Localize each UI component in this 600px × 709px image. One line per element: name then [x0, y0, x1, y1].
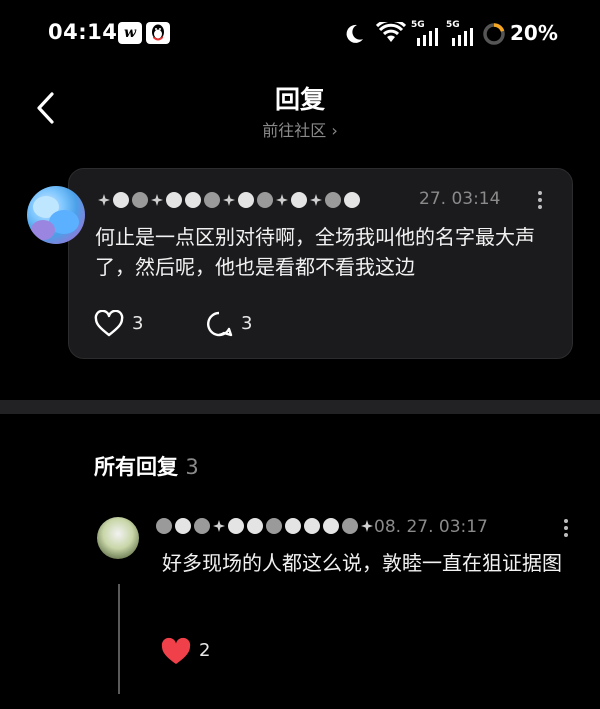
post-more-button[interactable]	[535, 188, 545, 214]
status-bar: 04:14 w 5G 5G 20%	[0, 0, 600, 66]
section-divider	[0, 400, 600, 414]
status-time: 04:14	[48, 20, 118, 44]
signal-bars-icon	[417, 28, 438, 46]
masked-username	[98, 192, 360, 208]
like-count: 3	[132, 313, 144, 334]
app-notification-icon: w	[118, 22, 142, 44]
masked-reply-username	[156, 518, 373, 534]
battery-ring-icon	[483, 23, 505, 45]
qq-notification-icon	[146, 22, 170, 44]
go-to-community-link[interactable]: 前往社区 ›	[0, 117, 600, 141]
post-timestamp: 27. 03:14	[419, 189, 501, 209]
signal-bars-icon	[452, 28, 473, 46]
replies-count: 3	[185, 455, 199, 479]
page-title: 回复	[274, 85, 325, 114]
thread-line	[118, 584, 120, 694]
wifi-icon	[376, 22, 406, 42]
do-not-disturb-icon	[346, 24, 363, 43]
reply-timestamp: 08. 27. 03:17	[374, 517, 488, 537]
reply-like-count: 2	[199, 640, 211, 661]
like-button[interactable]	[94, 310, 124, 338]
comment-button[interactable]	[204, 310, 234, 338]
reply-avatar[interactable]	[97, 517, 139, 559]
replies-heading: 所有回复 3	[94, 451, 199, 481]
replies-heading-label: 所有回复	[94, 455, 178, 479]
post-content: 何止是一点区别对待啊，全场我叫他的名字最大声了，然后呢，他也是看都不看我这边	[95, 225, 535, 279]
battery-percent: 20%	[510, 21, 558, 45]
reply-content: 好多现场的人都这么说，敦睦一直在狙证据图	[162, 551, 562, 575]
comment-count: 3	[241, 313, 253, 334]
reply-more-button[interactable]	[561, 516, 571, 542]
avatar[interactable]	[27, 186, 85, 244]
reply-like-button[interactable]	[160, 637, 192, 667]
